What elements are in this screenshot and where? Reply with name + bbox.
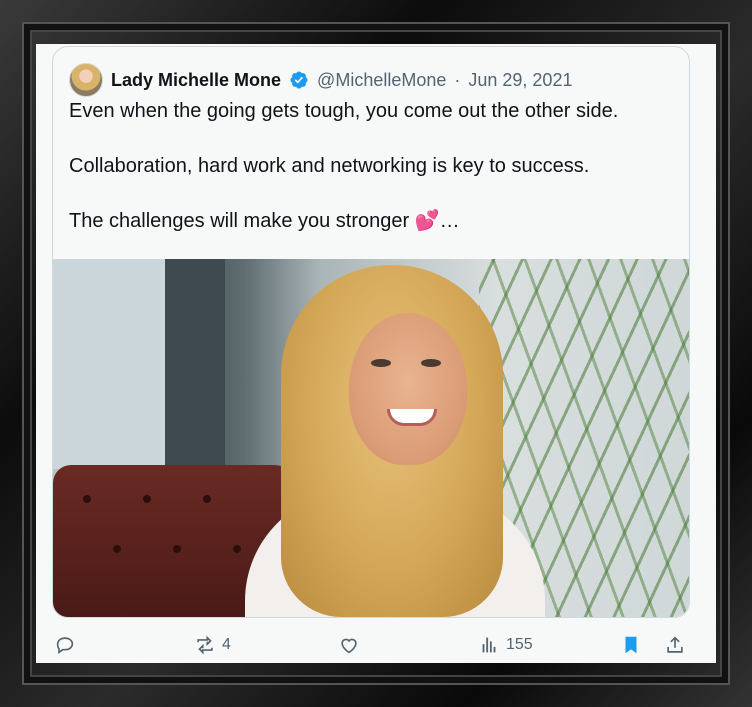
tweet-paragraph: Even when the going gets tough, you come… (69, 100, 619, 122)
photo-face (349, 313, 467, 465)
tweet-text: Even when the going gets tough, you come… (69, 99, 679, 264)
picture-frame: Lady Michelle Mone @MichelleMone · Jun 2… (0, 0, 752, 707)
photo-window (53, 259, 163, 469)
views-button[interactable]: 155 (478, 634, 533, 656)
share-button[interactable] (664, 634, 686, 656)
author-name[interactable]: Lady Michelle Mone (111, 70, 281, 91)
photo-eye-left (371, 359, 391, 367)
reply-icon (56, 637, 74, 654)
retweet-count: 4 (222, 636, 231, 653)
verified-badge-icon (290, 71, 308, 89)
views-count: 155 (506, 636, 533, 653)
tweet-date[interactable]: Jun 29, 2021 (468, 70, 572, 91)
like-button[interactable] (338, 634, 366, 656)
tweet-photo[interactable] (53, 259, 689, 617)
tweet-paragraph-text: The challenges will make you stronger (69, 210, 410, 232)
author-handle[interactable]: @MichelleMone (317, 70, 446, 91)
bookmark-button[interactable] (620, 634, 642, 656)
ellipsis: … (439, 210, 460, 232)
two-hearts-emoji: 💕 (414, 210, 440, 232)
tweet-screenshot: Lady Michelle Mone @MichelleMone · Jun 2… (36, 44, 716, 663)
tweet-header: Lady Michelle Mone @MichelleMone · Jun 2… (69, 63, 572, 97)
retweet-icon (197, 635, 213, 655)
heart-icon (341, 638, 357, 654)
avatar[interactable] (69, 63, 103, 97)
views-icon (482, 637, 496, 653)
tweet-paragraph: Collaboration, hard work and networking … (69, 155, 590, 177)
tweet-card[interactable]: Lady Michelle Mone @MichelleMone · Jun 2… (52, 46, 690, 618)
bookmark-icon (625, 636, 637, 654)
share-icon (667, 636, 683, 653)
reply-button[interactable] (54, 634, 82, 656)
retweet-button[interactable]: 4 (194, 634, 231, 656)
photo-eye-right (421, 359, 441, 367)
meta-separator: · (454, 69, 461, 90)
tweet-actions: 4 155 (52, 634, 700, 663)
tweet-paragraph-last: The challenges will make you stronger 💕… (69, 209, 679, 234)
